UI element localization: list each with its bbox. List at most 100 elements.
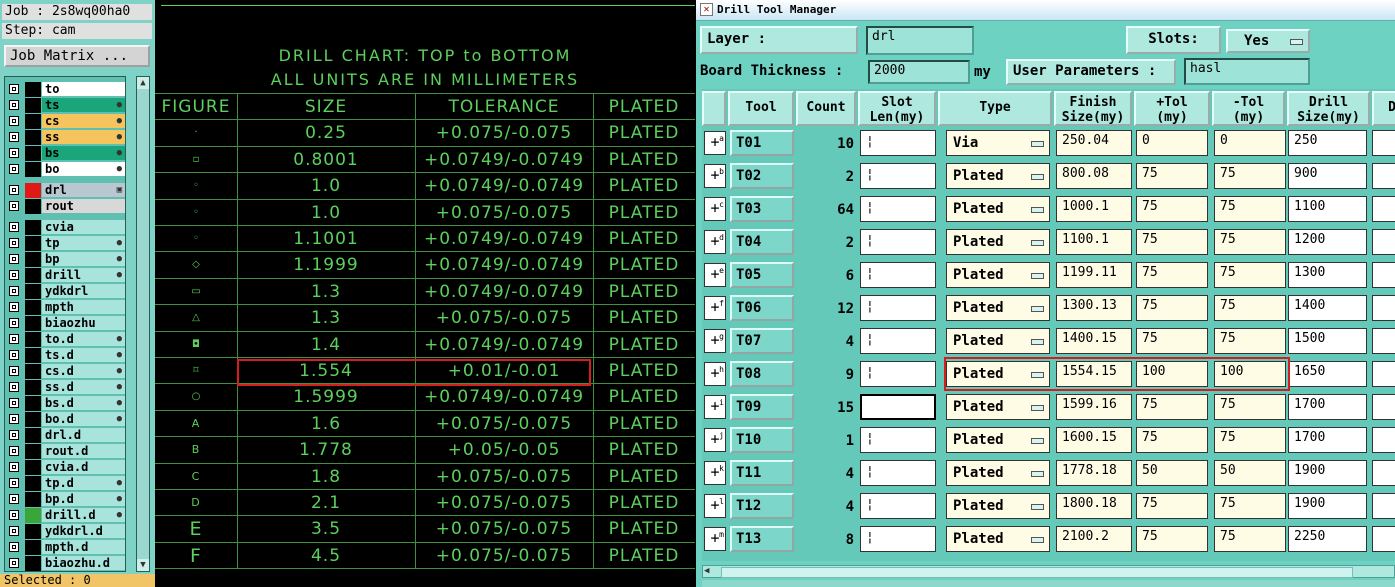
drill-size-input[interactable]: 250 — [1288, 130, 1367, 156]
layer-checkbox[interactable] — [9, 100, 19, 110]
tool-button[interactable]: T09 — [730, 394, 794, 420]
layer-checkbox[interactable] — [9, 542, 19, 552]
layer-checkbox[interactable] — [9, 526, 19, 536]
drill-size-input[interactable]: 1400 — [1288, 295, 1367, 321]
tool-type-dropdown[interactable]: Plated — [946, 196, 1050, 222]
layer-row-drl[interactable]: drl ▣ — [5, 183, 125, 198]
row-select-button[interactable]: + a — [704, 131, 726, 155]
drill-size-input[interactable]: 1500 — [1288, 328, 1367, 354]
slot-length-input[interactable]: ¦ — [860, 328, 936, 354]
row-select-button[interactable]: + l — [704, 494, 726, 518]
layer-checkbox[interactable] — [9, 302, 19, 312]
column-header-slot-len[interactable]: Slot Len(my) — [858, 91, 936, 126]
layer-checkbox[interactable] — [9, 558, 19, 568]
layer-row-bs[interactable]: bs ● — [5, 146, 125, 161]
minus-tol-input[interactable]: 75 — [1214, 262, 1286, 288]
drill-size-input[interactable]: 2250 — [1288, 526, 1367, 552]
drill-size-input[interactable]: 1650 — [1288, 361, 1367, 387]
tool-type-dropdown[interactable]: Plated — [946, 394, 1050, 420]
tool-type-dropdown[interactable]: Plated — [946, 295, 1050, 321]
plus-tol-input[interactable]: 75 — [1136, 526, 1208, 552]
finish-size-input[interactable]: 1100.1 — [1056, 229, 1132, 255]
plus-tol-input[interactable]: 75 — [1136, 328, 1208, 354]
finish-size-input[interactable]: 2100.2 — [1056, 526, 1132, 552]
tool-button[interactable]: T11 — [730, 460, 794, 486]
row-select-button[interactable]: + i — [704, 395, 726, 419]
plus-tol-input[interactable]: 75 — [1136, 229, 1208, 255]
tool-button[interactable]: T13 — [730, 526, 794, 552]
minus-tol-input[interactable]: 75 — [1214, 229, 1286, 255]
layer-checkbox[interactable] — [9, 510, 19, 520]
slot-length-input[interactable]: ¦ — [860, 196, 936, 222]
column-header-plus-tol[interactable]: +Tol (my) — [1134, 91, 1210, 126]
finish-size-input[interactable]: 1778.18 — [1056, 460, 1132, 486]
slot-length-input[interactable]: ¦ — [860, 427, 936, 453]
layer-checkbox[interactable] — [9, 350, 19, 360]
slot-length-input[interactable]: ¦ — [860, 493, 936, 519]
plus-tol-input[interactable]: 75 — [1136, 295, 1208, 321]
layer-row-bo[interactable]: bo ● — [5, 162, 125, 177]
layer-checkbox[interactable] — [9, 398, 19, 408]
finish-size-input[interactable]: 250.04 — [1056, 130, 1132, 156]
layer-row-mpth-d[interactable]: mpth.d — [5, 540, 125, 555]
scroll-up-icon[interactable]: ▲ — [137, 77, 149, 89]
plus-tol-input[interactable]: 75 — [1136, 262, 1208, 288]
d-column-input[interactable] — [1372, 493, 1395, 519]
tool-type-dropdown[interactable]: Plated — [946, 229, 1050, 255]
window-titlebar[interactable]: ✕ Drill Tool Manager — [696, 0, 1395, 21]
layer-checkbox[interactable] — [9, 430, 19, 440]
table-horizontal-scrollbar[interactable]: ◀ — [702, 565, 1395, 578]
d-column-input[interactable] — [1372, 394, 1395, 420]
plus-tol-input[interactable]: 75 — [1136, 493, 1208, 519]
slot-length-input[interactable]: ¦ — [860, 460, 936, 486]
layer-row-ss-d[interactable]: ss.d ● — [5, 380, 125, 395]
plus-tol-input[interactable]: 75 — [1136, 427, 1208, 453]
layer-input[interactable]: drl — [866, 26, 974, 55]
tool-button[interactable]: T10 — [730, 427, 794, 453]
scroll-down-icon[interactable]: ▼ — [137, 559, 149, 571]
column-header-type[interactable]: Type — [938, 91, 1052, 126]
layer-checkbox[interactable] — [9, 286, 19, 296]
layer-checkbox[interactable] — [9, 201, 19, 211]
plus-tol-input[interactable]: 75 — [1136, 163, 1208, 189]
plus-tol-input[interactable]: 75 — [1136, 394, 1208, 420]
minus-tol-input[interactable]: 75 — [1214, 493, 1286, 519]
drill-size-input[interactable]: 1700 — [1288, 427, 1367, 453]
scroll-left-icon[interactable]: ◀ — [704, 566, 716, 577]
d-column-input[interactable] — [1372, 427, 1395, 453]
layer-list-scrollbar[interactable]: ▲ ▼ — [136, 76, 150, 572]
scroll-thumb[interactable] — [721, 567, 1353, 578]
finish-size-input[interactable]: 1400.15 — [1056, 328, 1132, 354]
layer-row-ydkdrl-d[interactable]: ydkdrl.d — [5, 524, 125, 539]
row-select-button[interactable]: + e — [704, 263, 726, 287]
layer-row-cvia-d[interactable]: cvia.d — [5, 460, 125, 475]
finish-size-input[interactable]: 1599.16 — [1056, 394, 1132, 420]
slot-length-input[interactable]: ¦ — [860, 262, 936, 288]
layer-checkbox[interactable] — [9, 414, 19, 424]
layer-row-bo-d[interactable]: bo.d ● — [5, 412, 125, 427]
finish-size-input[interactable]: 800.08 — [1056, 163, 1132, 189]
row-select-button[interactable]: + m — [704, 527, 726, 551]
layer-checkbox[interactable] — [9, 132, 19, 142]
layer-row-biaozhu[interactable]: biaozhu — [5, 316, 125, 331]
slots-dropdown[interactable]: Yes — [1226, 29, 1310, 53]
layer-checkbox[interactable] — [9, 222, 19, 232]
minus-tol-input[interactable]: 75 — [1214, 328, 1286, 354]
tool-type-dropdown[interactable]: Plated — [946, 427, 1050, 453]
minus-tol-input[interactable]: 75 — [1214, 196, 1286, 222]
layer-row-bs-d[interactable]: bs.d ● — [5, 396, 125, 411]
layer-checkbox[interactable] — [9, 478, 19, 488]
layer-row-rout-d[interactable]: rout.d — [5, 444, 125, 459]
finish-size-input[interactable]: 1800.18 — [1056, 493, 1132, 519]
board-thickness-input[interactable]: 2000 — [868, 60, 970, 84]
minus-tol-input[interactable]: 75 — [1214, 427, 1286, 453]
tool-button[interactable]: T01 — [730, 130, 794, 156]
column-header-minus-tol[interactable]: -Tol (my) — [1212, 91, 1285, 126]
layer-checkbox[interactable] — [9, 462, 19, 472]
layer-checkbox[interactable] — [9, 254, 19, 264]
tool-type-dropdown[interactable]: Plated — [946, 493, 1050, 519]
layer-checkbox[interactable] — [9, 494, 19, 504]
minus-tol-input[interactable]: 75 — [1214, 163, 1286, 189]
drill-size-input[interactable]: 900 — [1288, 163, 1367, 189]
layer-checkbox[interactable] — [9, 185, 19, 195]
